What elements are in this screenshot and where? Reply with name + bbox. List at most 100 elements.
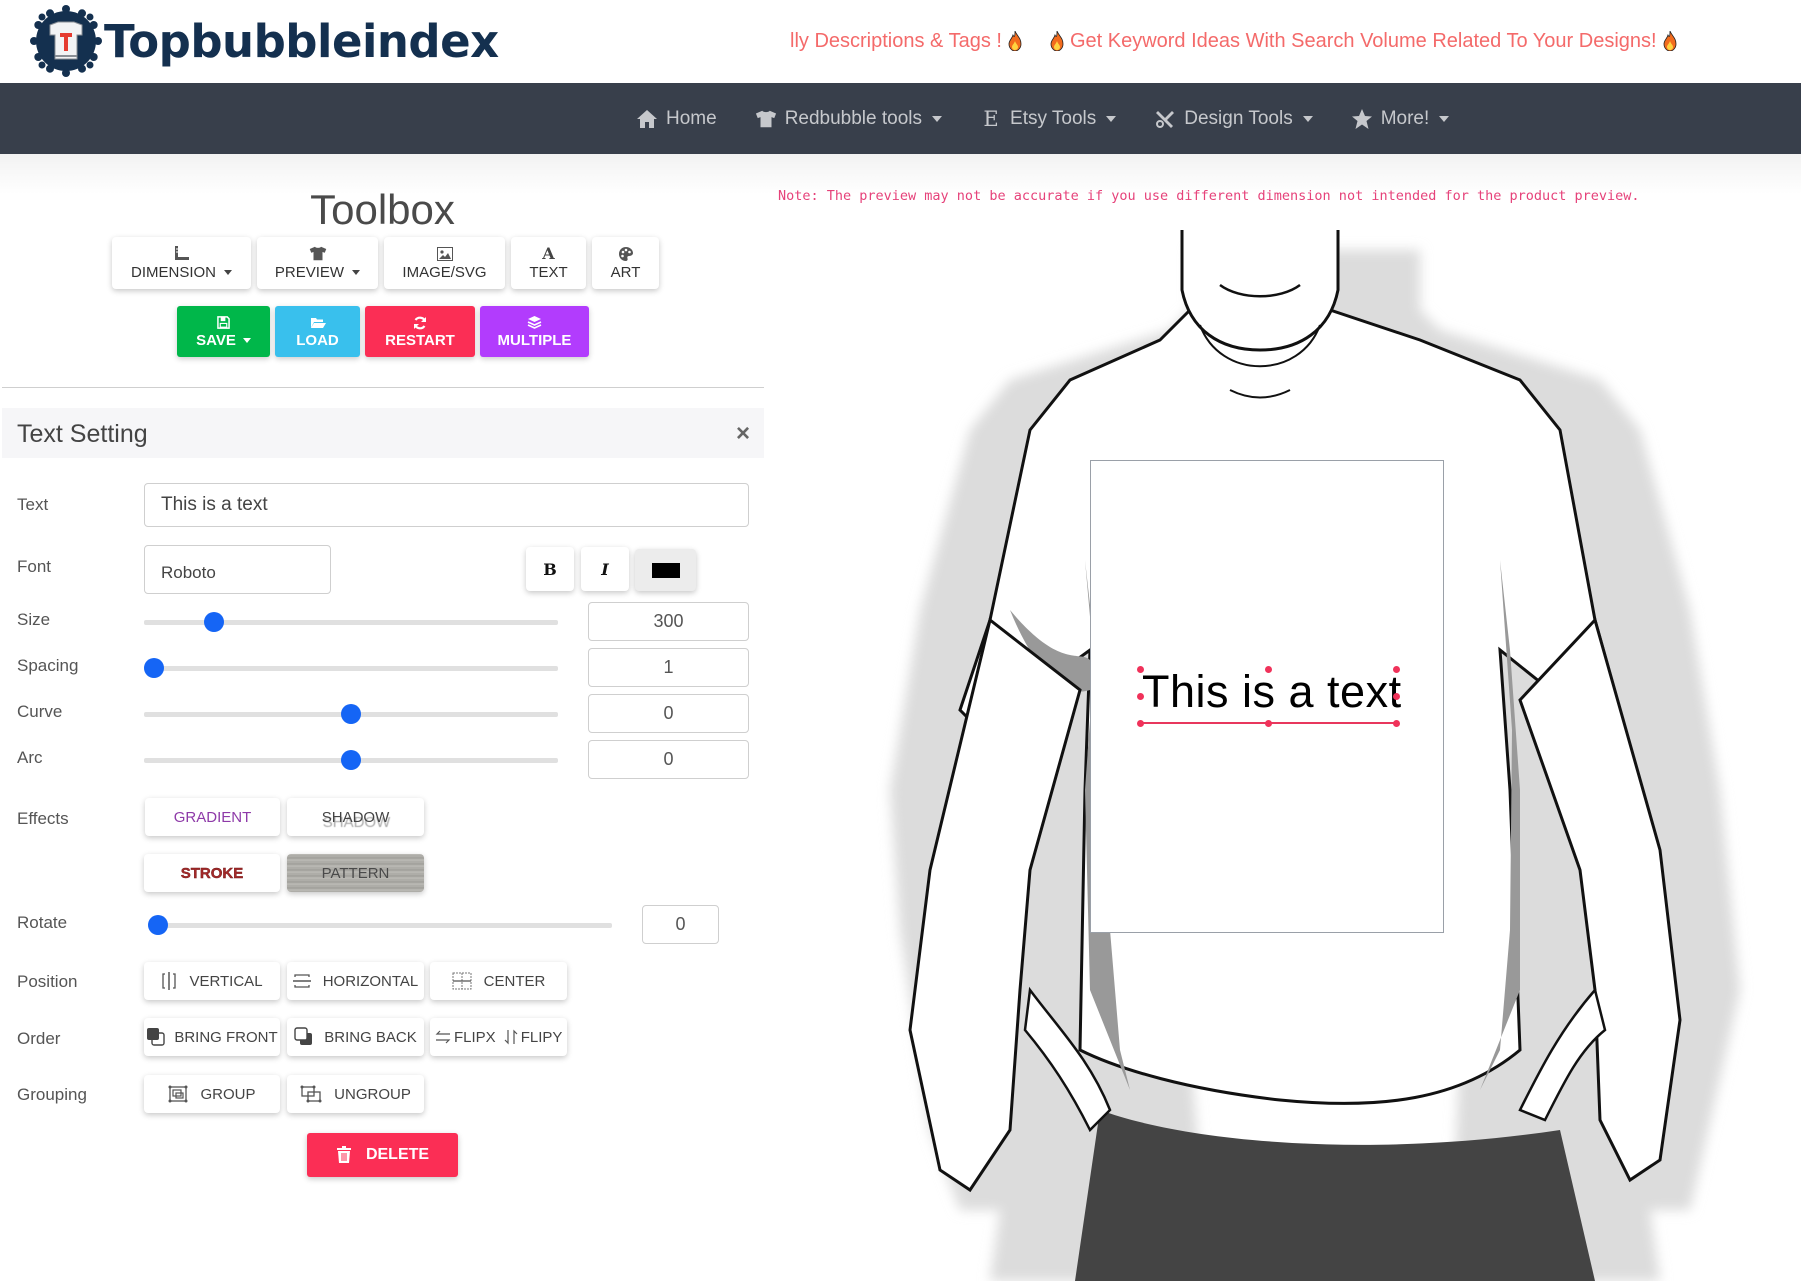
position-label: Position <box>17 972 78 991</box>
text-label: Text <box>17 495 49 514</box>
resize-handle-bottom-right[interactable] <box>1392 719 1400 727</box>
group-icon <box>168 1085 188 1103</box>
caret-down-icon <box>224 269 232 275</box>
bring-back-icon <box>294 1027 314 1047</box>
button-label: VERTICAL <box>189 972 263 990</box>
font-select[interactable]: Roboto <box>144 545 331 594</box>
art-button[interactable]: ART <box>592 237 659 289</box>
center-vertical-button[interactable]: VERTICAL <box>144 962 280 1000</box>
button-label: TEXT <box>529 263 568 281</box>
text-setting-title: Text Setting <box>17 420 148 448</box>
resize-handle-middle-right[interactable] <box>1392 692 1400 700</box>
rotate-value-input[interactable]: 0 <box>642 905 719 944</box>
align-horizontal-icon <box>292 973 311 989</box>
nav-home[interactable]: Home <box>636 108 717 130</box>
flipx-button[interactable]: FLIPX <box>435 1029 496 1046</box>
ungroup-button[interactable]: UNGROUP <box>287 1075 424 1113</box>
font-icon: A <box>542 244 555 263</box>
text-input[interactable]: This is a text <box>144 483 749 527</box>
delete-button[interactable]: DELETE <box>307 1133 458 1177</box>
dimension-button[interactable]: DIMENSION <box>112 237 251 289</box>
caret-down-icon <box>1439 115 1450 122</box>
arc-value-input[interactable]: 0 <box>588 740 749 779</box>
rotate-slider[interactable] <box>148 915 612 935</box>
load-button[interactable]: LOAD <box>275 306 360 357</box>
slider-thumb[interactable] <box>148 915 168 935</box>
nav-etsy-tools[interactable]: E Etsy Tools <box>980 107 1117 131</box>
save-button[interactable]: SAVE <box>177 306 270 357</box>
center-button[interactable]: CENTER <box>430 962 567 1000</box>
curve-slider[interactable] <box>144 704 558 724</box>
button-label: FLIPY <box>520 1028 563 1046</box>
curve-value-input[interactable]: 0 <box>588 694 749 733</box>
flipx-icon <box>435 1030 451 1044</box>
tshirt-icon <box>755 108 777 130</box>
resize-handle-middle-left[interactable] <box>1136 692 1144 700</box>
slider-thumb[interactable] <box>341 750 361 770</box>
ticker-item[interactable]: Get Keyword Ideas With Search Volume Rel… <box>1050 30 1677 53</box>
preview-button[interactable]: PREVIEW <box>257 237 378 289</box>
nav-design-tools[interactable]: Design Tools <box>1154 108 1313 130</box>
flipy-button[interactable]: FLIPY <box>504 1028 563 1046</box>
color-swatch <box>651 562 680 578</box>
promo-ticker[interactable]: lly Descriptions & Tags ! Get Keyword Id… <box>790 24 1790 58</box>
resize-handle-top-right[interactable] <box>1392 665 1400 673</box>
toolbox-action-buttons: SAVE LOAD RESTART MULTIPLE <box>177 306 589 357</box>
pattern-button[interactable]: PATTERN <box>287 854 424 892</box>
group-button[interactable]: GROUP <box>144 1075 280 1113</box>
italic-button[interactable]: I <box>581 547 629 591</box>
caret-down-icon <box>1302 115 1313 122</box>
bring-front-button[interactable]: BRING FRONT <box>144 1018 280 1056</box>
color-picker-button[interactable] <box>635 549 696 591</box>
top-header: Topbubbleindex lly Descriptions & Tags !… <box>0 0 1801 83</box>
nav-more[interactable]: More! <box>1351 108 1450 130</box>
center-horizontal-button[interactable]: HORIZONTAL <box>287 962 424 1000</box>
image-svg-button[interactable]: IMAGE/SVG <box>384 237 505 289</box>
size-slider[interactable] <box>144 612 558 632</box>
arc-label: Arc <box>17 748 43 767</box>
ticker-item[interactable]: lly Descriptions & Tags ! <box>790 30 1022 53</box>
close-icon[interactable]: × <box>736 420 750 448</box>
ungroup-icon <box>300 1085 322 1103</box>
flipy-icon <box>504 1029 518 1045</box>
site-logo[interactable]: Topbubbleindex <box>30 5 499 77</box>
gradient-button[interactable]: GRADIENT <box>145 798 280 836</box>
resize-handle-top-center[interactable] <box>1264 665 1272 673</box>
preview-note: Note: The preview may not be accurate if… <box>778 188 1640 204</box>
restart-button[interactable]: RESTART <box>365 306 475 357</box>
resize-handle-top-left[interactable] <box>1136 665 1144 673</box>
slider-thumb[interactable] <box>204 612 225 632</box>
nav-label: Redbubble tools <box>784 107 923 129</box>
trash-icon <box>336 1146 352 1164</box>
size-value-input[interactable]: 300 <box>588 602 749 641</box>
rotate-label: Rotate <box>17 913 68 932</box>
flip-buttons-group: FLIPX FLIPY <box>430 1018 567 1056</box>
nav-redbubble-tools[interactable]: Redbubble tools <box>755 107 943 130</box>
shadow-button[interactable]: SHADOW <box>287 798 424 836</box>
button-label: MULTIPLE <box>497 331 572 349</box>
resize-handle-bottom-left[interactable] <box>1136 719 1144 727</box>
spacing-value-input[interactable]: 1 <box>588 648 749 687</box>
slider-thumb[interactable] <box>144 658 164 678</box>
bring-back-button[interactable]: BRING BACK <box>287 1018 424 1056</box>
stroke-button[interactable]: STROKE <box>144 854 280 892</box>
fire-icon <box>1008 30 1022 52</box>
button-label: ART <box>610 263 641 281</box>
slider-thumb[interactable] <box>341 704 361 724</box>
multiple-button[interactable]: MULTIPLE <box>480 306 589 357</box>
logo-badge-icon <box>30 5 102 77</box>
canvas-text-object[interactable]: This is a text <box>1142 666 1402 718</box>
button-label: BRING BACK <box>324 1028 417 1046</box>
arc-slider[interactable] <box>144 750 558 770</box>
fire-icon <box>1663 30 1677 52</box>
align-center-icon <box>452 972 472 990</box>
button-label: PREVIEW <box>274 263 345 281</box>
text-button[interactable]: A TEXT <box>511 237 586 289</box>
nav-label: Home <box>666 107 717 129</box>
section-divider <box>2 387 764 388</box>
bold-button[interactable]: B <box>526 547 574 591</box>
nav-label: Etsy Tools <box>1010 107 1097 129</box>
text-setting-header: Text Setting × <box>2 408 764 458</box>
spacing-slider[interactable] <box>144 658 558 678</box>
resize-handle-bottom-center[interactable] <box>1264 719 1272 727</box>
